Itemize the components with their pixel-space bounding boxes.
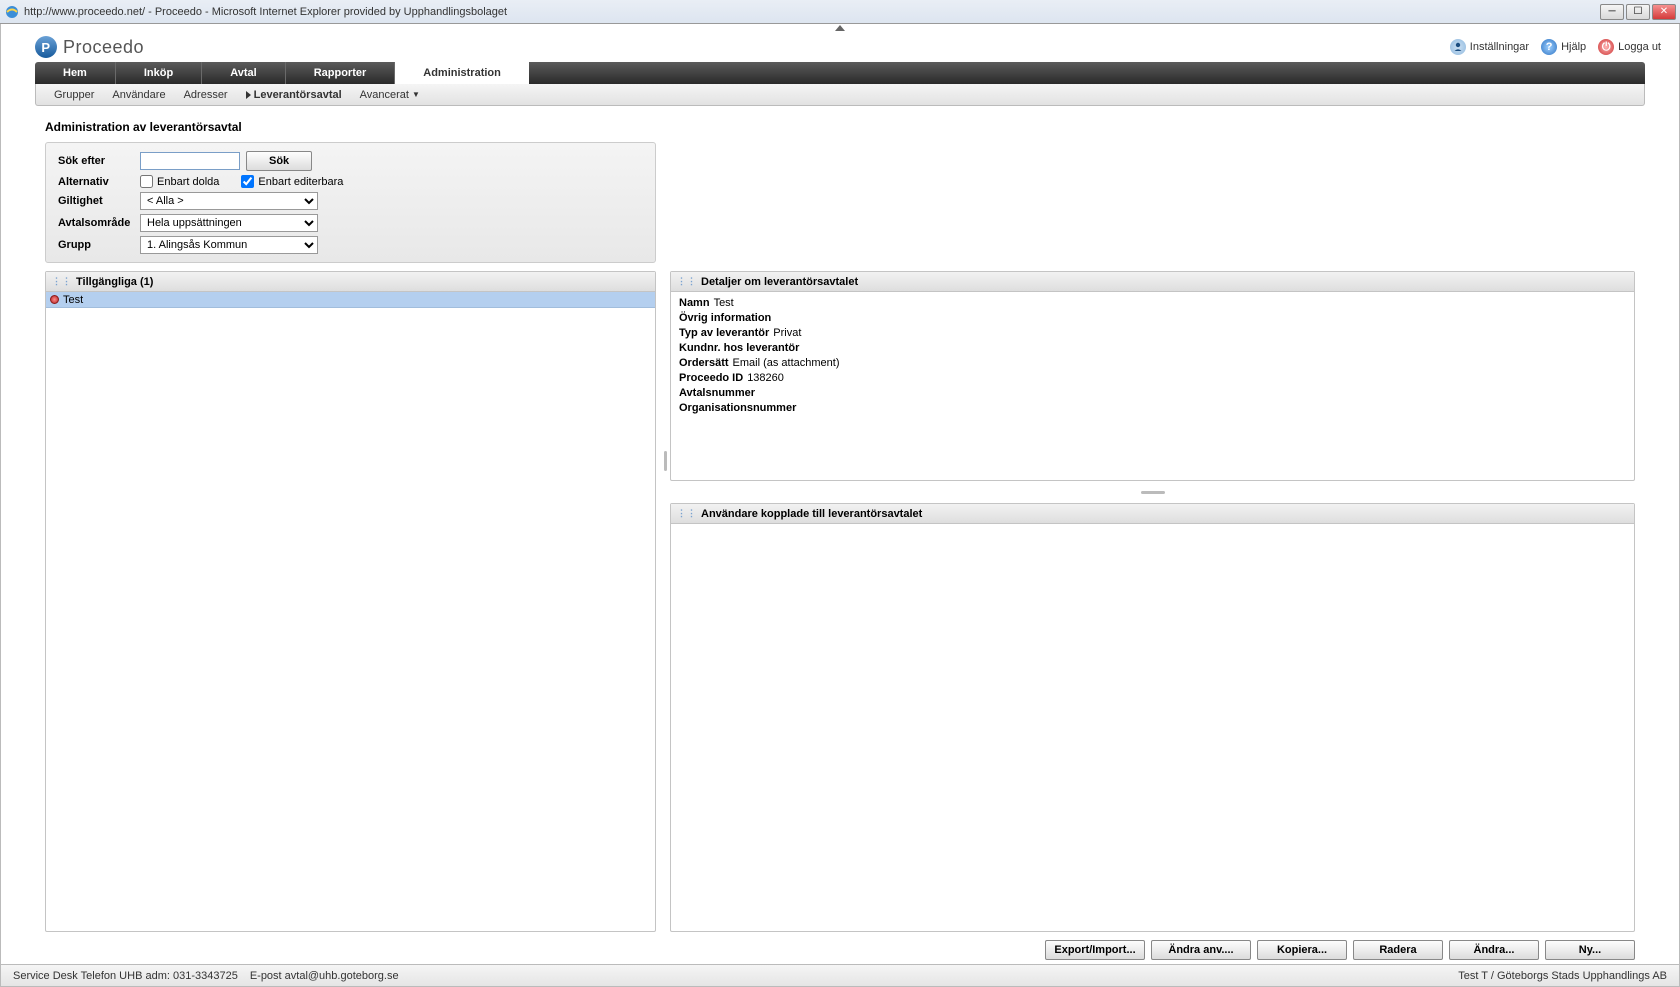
linked-users-panel-header: ⋮⋮ Användare kopplade till leverantörsav… — [671, 504, 1634, 524]
window-close-button[interactable]: ✕ — [1652, 4, 1676, 20]
status-dot-icon — [50, 295, 59, 304]
detail-agr-key: Avtalsnummer — [679, 386, 755, 401]
linked-users-title: Användare kopplade till leverantörsavtal… — [701, 508, 922, 520]
area-label: Avtalsområde — [58, 217, 140, 229]
sub-nav: Grupper Användare Adresser Leverantörsav… — [35, 84, 1645, 106]
horizontal-splitter[interactable] — [670, 489, 1635, 495]
browser-title: http://www.proceedo.net/ - Proceedo - Mi… — [24, 6, 1600, 18]
logout-link[interactable]: ⏻ Logga ut — [1598, 39, 1661, 55]
tab-rapporter[interactable]: Rapporter — [286, 62, 396, 84]
status-user-org: Test T / Göteborgs Stads Upphandlings AB — [1458, 970, 1667, 982]
settings-icon — [1450, 39, 1466, 55]
details-title: Detaljer om leverantörsavtalet — [701, 276, 858, 288]
logout-icon: ⏻ — [1598, 39, 1614, 55]
status-phone: Service Desk Telefon UHB adm: 031-334372… — [13, 970, 238, 982]
available-panel-header: ⋮⋮ Tillgängliga (1) — [46, 272, 655, 292]
filter-panel: Sök efter Sök Alternativ Enbart dolda En… — [45, 142, 656, 263]
available-panel: ⋮⋮ Tillgängliga (1) Test — [45, 271, 656, 932]
settings-link[interactable]: Inställningar — [1450, 39, 1529, 55]
sub-anvandare[interactable]: Användare — [112, 89, 165, 101]
settings-label: Inställningar — [1470, 41, 1529, 53]
logout-label: Logga ut — [1618, 41, 1661, 53]
detail-order-key: Ordersätt — [679, 356, 729, 371]
status-bar: Service Desk Telefon UHB adm: 031-334372… — [1, 964, 1679, 986]
validity-label: Giltighet — [58, 195, 140, 207]
chevron-right-icon — [246, 91, 251, 99]
group-label: Grupp — [58, 239, 140, 251]
detail-org-key: Organisationsnummer — [679, 401, 796, 416]
group-select[interactable]: 1. Alingsås Kommun — [140, 236, 318, 254]
change-users-button[interactable]: Ändra anv.... — [1151, 940, 1251, 960]
copy-button[interactable]: Kopiera... — [1257, 940, 1347, 960]
search-label: Sök efter — [58, 155, 140, 167]
logo-text: Proceedo — [63, 37, 144, 58]
export-import-button[interactable]: Export/Import... — [1045, 940, 1145, 960]
help-label: Hjälp — [1561, 41, 1586, 53]
ie-icon — [4, 4, 20, 20]
page-title: Administration av leverantörsavtal — [45, 120, 1635, 134]
window-maximize-button[interactable]: ☐ — [1626, 4, 1650, 20]
help-link[interactable]: ? Hjälp — [1541, 39, 1586, 55]
search-input[interactable] — [140, 152, 240, 170]
tab-administration[interactable]: Administration — [395, 62, 529, 84]
window-minimize-button[interactable]: ─ — [1600, 4, 1624, 20]
area-select[interactable]: Hela uppsättningen — [140, 214, 318, 232]
search-button[interactable]: Sök — [246, 151, 312, 171]
detail-type-key: Typ av leverantör — [679, 326, 769, 341]
details-panel: ⋮⋮ Detaljer om leverantörsavtalet Namn Te… — [670, 271, 1635, 481]
detail-pid-val: 138260 — [747, 371, 784, 386]
main-tabs: Hem Inköp Avtal Rapporter Administration — [35, 62, 1645, 84]
detail-pid-key: Proceedo ID — [679, 371, 743, 386]
delete-button[interactable]: Radera — [1353, 940, 1443, 960]
validity-select[interactable]: < Alla > — [140, 192, 318, 210]
browser-title-bar: http://www.proceedo.net/ - Proceedo - Mi… — [0, 0, 1680, 24]
edit-button[interactable]: Ändra... — [1449, 940, 1539, 960]
only-editable-label: Enbart editerbara — [258, 176, 343, 188]
detail-custno-key: Kundnr. hos leverantör — [679, 341, 799, 356]
list-item-name: Test — [63, 294, 83, 306]
sub-grupper[interactable]: Grupper — [54, 89, 94, 101]
only-hidden-checkbox[interactable] — [140, 175, 153, 188]
drag-dots-icon: ⋮⋮ — [677, 276, 697, 287]
drag-dots-icon: ⋮⋮ — [677, 508, 697, 519]
tab-avtal[interactable]: Avtal — [202, 62, 286, 84]
detail-type-val: Privat — [773, 326, 801, 341]
detail-name-val: Test — [714, 296, 734, 311]
details-panel-header: ⋮⋮ Detaljer om leverantörsavtalet — [671, 272, 1634, 292]
tab-inkop[interactable]: Inköp — [116, 62, 202, 84]
vertical-splitter[interactable] — [662, 451, 668, 471]
only-hidden-label: Enbart dolda — [157, 176, 219, 188]
app-logo: P Proceedo — [35, 36, 144, 58]
new-button[interactable]: Ny... — [1545, 940, 1635, 960]
drag-dots-icon: ⋮⋮ — [52, 276, 72, 287]
detail-name-key: Namn — [679, 296, 710, 311]
detail-order-val: Email (as attachment) — [733, 356, 840, 371]
tab-hem[interactable]: Hem — [35, 62, 116, 84]
chevron-down-icon: ▼ — [412, 90, 420, 99]
available-title: Tillgängliga (1) — [76, 276, 153, 288]
detail-other-key: Övrig information — [679, 311, 771, 326]
sub-avancerat[interactable]: Avancerat ▼ — [360, 89, 420, 101]
sub-leverantorsavtal[interactable]: Leverantörsavtal — [246, 89, 342, 101]
status-email: E-post avtal@uhb.goteborg.se — [250, 970, 399, 982]
sub-adresser[interactable]: Adresser — [184, 89, 228, 101]
linked-users-panel: ⋮⋮ Användare kopplade till leverantörsav… — [670, 503, 1635, 932]
list-item[interactable]: Test — [46, 292, 655, 308]
help-icon: ? — [1541, 39, 1557, 55]
collapse-handle[interactable] — [1, 24, 1679, 32]
chevron-up-icon — [835, 25, 845, 31]
alternatives-label: Alternativ — [58, 176, 140, 188]
only-editable-checkbox[interactable] — [241, 175, 254, 188]
logo-badge-icon: P — [35, 36, 57, 58]
